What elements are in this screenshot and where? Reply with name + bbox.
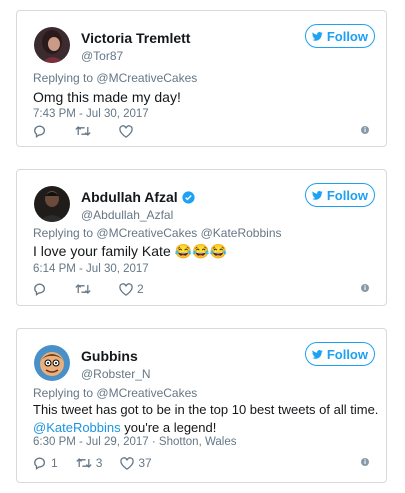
user-name[interactable]: Victoria Tremlett [81, 30, 190, 46]
replying-to: Replying to @MCreativeCakes [33, 71, 197, 85]
tweet-actions: 1 3 37 [33, 454, 176, 472]
tweet-text: This tweet has got to be in the top 10 b… [33, 401, 378, 437]
info-icon[interactable]: i [361, 284, 369, 292]
retweet-button[interactable]: 3 [76, 456, 103, 470]
tweet-text-rest: you're a legend! [120, 420, 217, 435]
tweet-actions: 2 [33, 280, 168, 298]
user-handle[interactable]: @Tor87 [81, 49, 123, 63]
reply-button[interactable] [33, 124, 51, 138]
retweet-button[interactable] [75, 283, 95, 295]
follow-label: Follow [326, 28, 368, 44]
tweet-card: Abdullah Afzal @Abdullah_Azfal Follow Re… [16, 169, 387, 306]
info-icon[interactable]: i [361, 126, 369, 134]
bird-icon [312, 349, 323, 359]
user-name-text[interactable]: Gubbins [81, 348, 138, 364]
user-name[interactable]: Gubbins [81, 348, 138, 364]
replying-to: Replying to @MCreativeCakes @KateRobbins [33, 226, 282, 240]
bird-icon [312, 190, 323, 200]
follow-label: Follow [326, 346, 368, 362]
like-button[interactable] [119, 124, 137, 138]
mention-link[interactable]: @KateRobbins [33, 420, 121, 435]
tweet-text-line: @KateRobbins you're a legend! [33, 419, 378, 437]
replying-to: Replying to @MCreativeCakes [33, 386, 197, 400]
replying-mention[interactable]: @MCreativeCakes [96, 71, 197, 85]
tweet-timestamp[interactable]: 6:14 PM - Jul 30, 2017 [33, 263, 149, 275]
user-handle[interactable]: @Robster_N [81, 367, 151, 381]
avatar[interactable] [34, 345, 70, 381]
user-name[interactable]: Abdullah Afzal [81, 189, 195, 205]
follow-label: Follow [326, 187, 368, 203]
reply-icon [34, 457, 46, 470]
follow-button[interactable]: Follow [305, 342, 375, 366]
tweet-card: Victoria Tremlett @Tor87 Follow Replying… [16, 10, 387, 147]
like-count: 2 [137, 282, 144, 296]
replying-prefix: Replying to [33, 386, 94, 400]
tweet-timestamp[interactable]: 7:43 PM - Jul 30, 2017 [33, 108, 149, 120]
info-icon[interactable]: i [361, 458, 369, 466]
user-handle[interactable]: @Abdullah_Azfal [81, 208, 173, 222]
replying-mention[interactable]: @MCreativeCakes [96, 386, 197, 400]
verified-badge-icon [182, 190, 195, 204]
heart-icon [119, 282, 133, 296]
like-button[interactable]: 37 [120, 456, 152, 470]
tweet-actions [33, 122, 161, 140]
replying-prefix: Replying to [33, 71, 94, 85]
replying-mention[interactable]: @MCreativeCakes @KateRobbins [96, 226, 281, 240]
follow-button[interactable]: Follow [305, 183, 375, 207]
reply-button[interactable] [33, 282, 51, 296]
reply-count: 1 [51, 456, 58, 470]
retweet-button[interactable] [75, 125, 95, 137]
reply-icon [34, 125, 46, 138]
tweet-text: I love your family Kate 😂😂😂 [33, 243, 227, 259]
avatar[interactable] [34, 186, 70, 222]
user-name-text[interactable]: Victoria Tremlett [81, 30, 190, 46]
retweet-icon [75, 284, 91, 294]
like-count: 37 [138, 456, 152, 470]
like-button[interactable]: 2 [119, 282, 144, 296]
retweet-icon [76, 458, 92, 468]
retweet-count: 3 [95, 456, 103, 470]
heart-icon [119, 124, 133, 138]
bird-icon [312, 31, 323, 41]
reply-icon [34, 283, 46, 296]
tweet-card: Gubbins @Robster_N Follow Replying to @M… [16, 328, 387, 483]
tweet-text-line: This tweet has got to be in the top 10 b… [33, 402, 379, 417]
retweet-icon [75, 126, 91, 136]
user-name-text[interactable]: Abdullah Afzal [81, 189, 178, 205]
tweet-timestamp[interactable]: 6:30 PM - Jul 29, 2017 · Shotton, Wales [33, 436, 237, 448]
follow-button[interactable]: Follow [305, 24, 375, 48]
replying-prefix: Replying to [33, 226, 94, 240]
reply-button[interactable]: 1 [33, 456, 58, 470]
avatar[interactable] [34, 27, 70, 63]
tweet-text: Omg this made my day! [33, 89, 181, 105]
heart-icon [120, 456, 135, 470]
